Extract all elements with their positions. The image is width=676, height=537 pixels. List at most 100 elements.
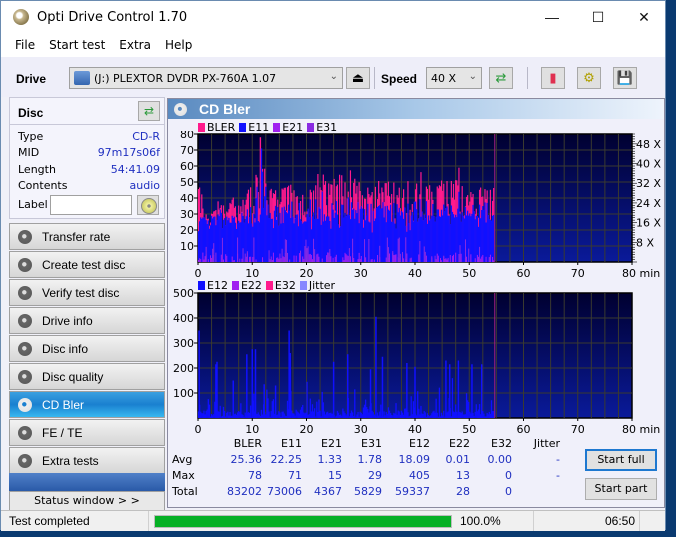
- y-tick-label: 80: [180, 131, 194, 141]
- y-tick-label: 30: [180, 208, 194, 221]
- nav-label: Disc quality: [42, 369, 104, 384]
- disc-icon: [18, 397, 32, 412]
- y-tick-label: 50: [180, 176, 194, 189]
- nav-extra-tests[interactable]: Extra tests: [9, 447, 165, 474]
- stats-row-label: Total: [172, 485, 198, 498]
- nav-transfer-rate[interactable]: Transfer rate: [9, 223, 165, 250]
- lower-chart: 100 200 300 400 500 0 10 20 30 40 50 60 70 80 min: [173, 289, 660, 435]
- nav-fe-te[interactable]: FE / TE: [9, 419, 165, 446]
- y-tick-label: 100: [173, 387, 194, 400]
- stats-cell: -: [556, 469, 560, 482]
- stats-table: BLER E11 E21 E31 E12 E22 E32 Jitter Avg 25.36 22.2…: [172, 435, 572, 505]
- nav-create-test-disc[interactable]: Create test disc: [9, 251, 165, 278]
- refresh-icon: ⇄: [143, 104, 155, 118]
- disc-icon: [18, 313, 32, 328]
- field-key: Contents: [18, 179, 68, 192]
- disc-icon: [18, 229, 32, 244]
- menu-file[interactable]: File: [1, 38, 42, 52]
- nav-cd-bler[interactable]: CD Bler: [9, 391, 165, 418]
- chevron-down-icon: ⌄: [329, 71, 338, 82]
- app-icon: [13, 9, 29, 25]
- menu-bar: File Start test Extra Help: [1, 33, 665, 57]
- x-tick-label: 50: [462, 267, 476, 277]
- stats-cell: 0.00: [487, 453, 513, 466]
- speed-label: Speed: [381, 72, 418, 86]
- toolbar-separator: [374, 67, 375, 89]
- upper-chart: 10 20 30 40 50 60 70 80 0 10 20 30 40 50 60 70 80 min 8 X…: [180, 131, 661, 277]
- settings-button[interactable]: ⚙: [577, 67, 601, 89]
- x-tick-label: 60: [517, 267, 531, 277]
- speed-select[interactable]: 40 X ⌄: [426, 67, 482, 89]
- menu-help[interactable]: Help: [158, 38, 199, 52]
- label-input[interactable]: [50, 195, 132, 215]
- status-window-button[interactable]: Status window > >: [9, 491, 165, 511]
- y-tick-label: 10: [180, 240, 194, 253]
- disc-field-label: Label: [18, 198, 48, 214]
- erase-icon: ▮: [549, 70, 557, 85]
- maximize-button[interactable]: ☐: [575, 1, 621, 33]
- nav-disc-info[interactable]: Disc info: [9, 335, 165, 362]
- refresh-icon: ⇄: [495, 70, 507, 85]
- elapsed-time: 06:50: [534, 511, 640, 531]
- disc-icon: [18, 453, 32, 468]
- stats-cell: 0: [505, 485, 512, 498]
- x-tick-label: 20: [300, 267, 314, 277]
- drive-label: Drive: [16, 72, 47, 86]
- close-button[interactable]: ✕: [621, 1, 667, 33]
- disc-icon: [18, 425, 32, 440]
- stats-header: E32: [491, 437, 512, 450]
- x-tick-label: 10: [245, 423, 259, 435]
- x-tick-label: 40: [408, 267, 422, 277]
- start-part-button[interactable]: Start part: [585, 478, 657, 500]
- disc-icon: [18, 341, 32, 356]
- stats-cell: 1.78: [357, 453, 383, 466]
- field-value: audio: [129, 179, 160, 192]
- eject-icon: ⏏: [351, 70, 365, 85]
- eject-button[interactable]: ⏏: [346, 67, 370, 89]
- cd-bler-icon: [174, 102, 187, 116]
- field-value: CD-R: [132, 130, 160, 143]
- toolbar: Drive (J:) PLEXTOR DVDR PX-760A 1.07 ⌄ ⏏…: [1, 57, 665, 97]
- save-button[interactable]: 💾: [613, 67, 637, 89]
- title-bar: Opti Drive Control 1.70 — ☐ ✕: [1, 1, 665, 33]
- nav-verify-test-disc[interactable]: Verify test disc: [9, 279, 165, 306]
- erase-button[interactable]: ▮: [541, 67, 565, 89]
- drive-icon: [74, 71, 90, 85]
- app-window: Opti Drive Control 1.70 — ☐ ✕ File Start…: [0, 0, 666, 531]
- disc-field-length: Length 54:41.09: [18, 163, 160, 179]
- menu-extra[interactable]: Extra: [112, 38, 158, 52]
- status-bar: Test completed 100.0% 06:50: [1, 510, 665, 531]
- field-key: Type: [18, 130, 44, 143]
- stats-cell: 0: [505, 469, 512, 482]
- status-message: Test completed: [1, 511, 149, 531]
- toolbar-separator: [527, 67, 528, 89]
- disc-icon: [18, 369, 32, 384]
- stats-row-label: Avg: [172, 453, 193, 466]
- refresh-speed-button[interactable]: ⇄: [489, 67, 513, 89]
- y-tick-label: 200: [173, 362, 194, 375]
- start-full-button[interactable]: Start full: [585, 449, 657, 471]
- cd-label-button[interactable]: [137, 195, 159, 215]
- minimize-button[interactable]: —: [529, 1, 575, 33]
- drive-select[interactable]: (J:) PLEXTOR DVDR PX-760A 1.07 ⌄: [69, 67, 343, 89]
- disc-title: Disc: [18, 106, 44, 120]
- y-tick-label: 70: [180, 144, 194, 157]
- disc-refresh-button[interactable]: ⇄: [138, 101, 160, 121]
- speed-value: 40 X: [431, 72, 457, 85]
- x-tick-label: 80 min: [622, 423, 660, 435]
- nav-filler: [9, 473, 165, 491]
- speed-tick-label: 40 X: [636, 158, 661, 171]
- disc-field-contents: Contents audio: [18, 179, 160, 195]
- window-title: Opti Drive Control 1.70: [37, 9, 188, 25]
- nav-drive-info[interactable]: Drive info: [9, 307, 165, 334]
- x-tick-label: 80 min: [622, 267, 660, 277]
- main-panel: CD Bler BLER E11 E21 E31 10 20 30 40 50 60 70 8…: [167, 98, 665, 508]
- stats-cell: 5829: [354, 485, 382, 498]
- x-tick-label: 50: [462, 423, 476, 435]
- menu-start-test[interactable]: Start test: [42, 38, 112, 52]
- x-tick-label: 70: [571, 423, 585, 435]
- stats-header: Jitter: [533, 437, 560, 450]
- nav-disc-quality[interactable]: Disc quality: [9, 363, 165, 390]
- x-tick-label: 0: [195, 267, 202, 277]
- x-tick-label: 60: [517, 423, 531, 435]
